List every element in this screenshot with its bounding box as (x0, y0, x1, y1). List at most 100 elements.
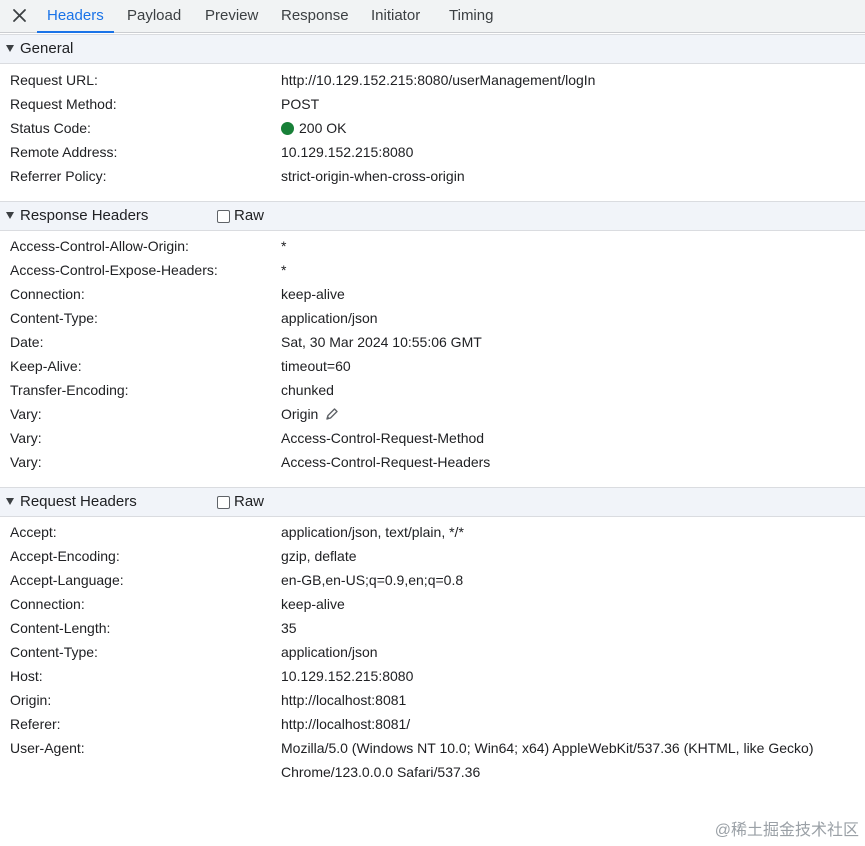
general-section-header[interactable]: General (0, 34, 865, 64)
header-name: Status Code: (10, 120, 91, 136)
header-value: timeout=60 (281, 358, 351, 374)
header-row: Accept: application/json, text/plain, */… (0, 520, 865, 544)
header-row: Access-Control-Expose-Headers: * (0, 258, 865, 282)
header-name: Referrer Policy: (10, 168, 107, 184)
header-name: Connection: (10, 286, 85, 302)
tab-preview[interactable]: Preview (205, 0, 258, 32)
header-value: application/json (281, 310, 378, 326)
header-row: Access-Control-Allow-Origin: * (0, 234, 865, 258)
header-row: Request Method: POST (0, 92, 865, 116)
header-name: Host: (10, 668, 43, 684)
header-value: gzip, deflate (281, 548, 357, 564)
header-value: 10.129.152.215:8080 (281, 144, 414, 160)
raw-label: Raw (234, 493, 265, 510)
header-name: Content-Type: (10, 310, 98, 326)
collapse-triangle-icon (6, 498, 14, 505)
tab-bar: Headers Payload Preview Response Initiat… (0, 0, 865, 33)
header-row: Vary: Access-Control-Request-Method (0, 426, 865, 450)
header-value: Sat, 30 Mar 2024 10:55:06 GMT (281, 334, 482, 350)
header-name: Connection: (10, 596, 85, 612)
section-title: Response Headers (20, 207, 149, 224)
header-value: * (281, 238, 287, 254)
header-name: Content-Length: (10, 620, 111, 636)
header-value: 35 (281, 620, 297, 636)
collapse-triangle-icon (6, 212, 14, 219)
header-row: Transfer-Encoding: chunked (0, 378, 865, 402)
watermark-text: @稀土掘金技术社区 (714, 822, 859, 839)
header-row: Accept-Encoding: gzip, deflate (0, 544, 865, 568)
header-name: Transfer-Encoding: (10, 382, 129, 398)
section-title: Request Headers (20, 493, 137, 510)
header-name: Vary: (10, 406, 42, 422)
tab-timing[interactable]: Timing (449, 0, 493, 32)
raw-label: Raw (234, 207, 265, 224)
header-name: Access-Control-Expose-Headers: (10, 262, 218, 278)
header-row: Referer: http://localhost:8081/ (0, 712, 865, 736)
section-title: General (20, 40, 74, 57)
header-value: Origin (281, 406, 319, 422)
header-value: Mozilla/5.0 (Windows NT 10.0; Win64; x64… (281, 740, 814, 780)
header-value: application/json, text/plain, */* (281, 524, 464, 540)
tab-response[interactable]: Response (281, 0, 349, 32)
tab-headers[interactable]: Headers (37, 0, 114, 33)
header-value: keep-alive (281, 596, 345, 612)
header-value: Access-Control-Request-Headers (281, 454, 491, 470)
header-row: Host: 10.129.152.215:8080 (0, 664, 865, 688)
header-row: Vary: Access-Control-Request-Headers (0, 450, 865, 474)
header-name: Date: (10, 334, 44, 350)
header-row: User-Agent: Mozilla/5.0 (Windows NT 10.0… (0, 736, 865, 784)
header-value: strict-origin-when-cross-origin (281, 168, 465, 184)
checkbox-icon[interactable] (217, 496, 230, 509)
header-value: chunked (281, 382, 334, 398)
header-name: Origin: (10, 692, 52, 708)
header-value: http://10.129.152.215:8080/userManagemen… (281, 72, 596, 88)
collapse-triangle-icon (6, 45, 14, 52)
header-value: Access-Control-Request-Method (281, 430, 485, 446)
header-row: Connection: keep-alive (0, 592, 865, 616)
header-name: User-Agent: (10, 740, 85, 756)
header-name: Content-Type: (10, 644, 98, 660)
header-row: Content-Type: application/json (0, 640, 865, 664)
request-headers-section-header[interactable]: Request Headers Raw (0, 487, 865, 517)
header-row: Content-Length: 35 (0, 616, 865, 640)
header-name: Vary: (10, 454, 42, 470)
status-ok-dot-icon (281, 122, 294, 135)
header-row: Date: Sat, 30 Mar 2024 10:55:06 GMT (0, 330, 865, 354)
tab-initiator[interactable]: Initiator (371, 0, 420, 32)
header-value: application/json (281, 644, 378, 660)
checkbox-icon[interactable] (217, 210, 230, 223)
header-name: Referer: (10, 716, 61, 732)
header-name: Keep-Alive: (10, 358, 82, 374)
header-row: Keep-Alive: timeout=60 (0, 354, 865, 378)
header-value: POST (281, 96, 320, 112)
header-value: http://localhost:8081 (281, 692, 407, 708)
header-value: 10.129.152.215:8080 (281, 668, 414, 684)
header-value: * (281, 262, 287, 278)
header-value: en-GB,en-US;q=0.9,en;q=0.8 (281, 572, 464, 588)
header-row: Origin: http://localhost:8081 (0, 688, 865, 712)
header-row: Status Code: 200 OK (0, 116, 865, 140)
header-name: Remote Address: (10, 144, 118, 160)
header-row: Vary: Origin (0, 402, 865, 426)
header-name: Access-Control-Allow-Origin: (10, 238, 189, 254)
header-name: Accept-Encoding: (10, 548, 120, 564)
header-name: Vary: (10, 430, 42, 446)
header-row: Accept-Language: en-GB,en-US;q=0.9,en;q=… (0, 568, 865, 592)
header-value: keep-alive (281, 286, 345, 302)
header-name: Request URL: (10, 72, 98, 88)
header-row: Request URL: http://10.129.152.215:8080/… (0, 68, 865, 92)
header-row: Connection: keep-alive (0, 282, 865, 306)
header-row: Content-Type: application/json (0, 306, 865, 330)
header-name: Accept-Language: (10, 572, 124, 588)
status-code-value: 200 OK (281, 116, 346, 140)
header-value: http://localhost:8081/ (281, 716, 411, 732)
tab-payload[interactable]: Payload (127, 0, 181, 32)
status-code-text: 200 OK (299, 120, 347, 136)
header-row: Referrer Policy: strict-origin-when-cros… (0, 164, 865, 188)
header-row: Remote Address: 10.129.152.215:8080 (0, 140, 865, 164)
header-name: Request Method: (10, 96, 117, 112)
header-value-with-edit: Origin (281, 402, 339, 429)
header-name: Accept: (10, 524, 57, 540)
response-headers-section-header[interactable]: Response Headers Raw (0, 201, 865, 231)
close-icon[interactable] (10, 5, 30, 27)
